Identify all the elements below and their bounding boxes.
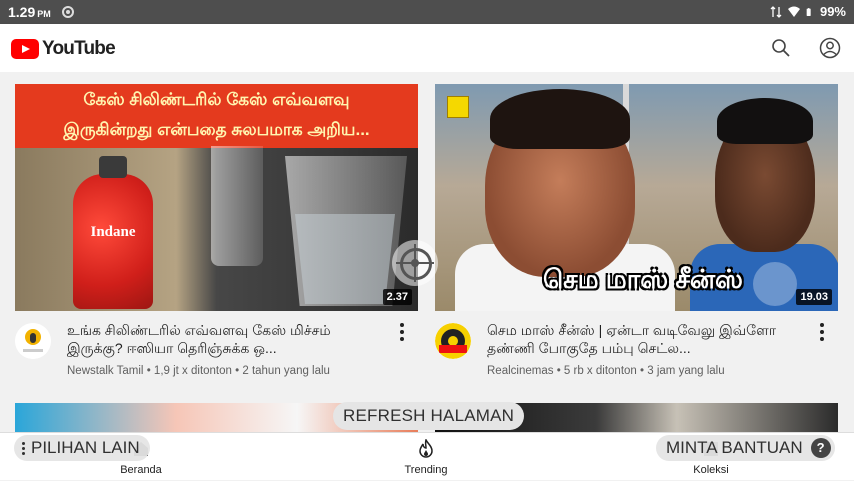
video-title[interactable]: உங்க சிலிண்டரில் எவ்வளவு கேஸ் மிச்சம் இர… (67, 321, 387, 357)
youtube-play-icon (11, 39, 39, 59)
upload-age: 3 jam yang lalu (647, 365, 725, 377)
recording-indicator-icon (62, 6, 74, 18)
youtube-logo[interactable]: YouTube (11, 38, 116, 60)
video-card[interactable]: கேஸ் சிலிண்டரில் கேஸ் எவ்வளவு இருகின்றது… (15, 84, 418, 381)
water-image (295, 214, 395, 304)
channel-name[interactable]: Newstalk Tamil (67, 365, 143, 377)
realmusic-logo-icon (435, 323, 471, 359)
help-label: MINTA BANTUAN (666, 438, 803, 457)
nav-label: Koleksi (693, 464, 729, 476)
more-options-label: PILIHAN LAIN (31, 438, 140, 457)
video-subline: Realcinemas • 5 rb x ditonton • 3 jam ya… (487, 365, 725, 377)
search-icon[interactable] (771, 38, 791, 58)
more-options-button[interactable]: PILIHAN LAIN (14, 435, 150, 461)
more-vert-icon[interactable] (400, 323, 404, 341)
upload-age: 2 tahun yang lalu (242, 365, 330, 377)
nav-label: Beranda (120, 464, 162, 476)
video-thumbnail[interactable]: செம மாஸ் சீன்ஸ் 19.03 (435, 84, 838, 311)
nav-label: Trending (404, 464, 448, 476)
help-button[interactable]: MINTA BANTUAN ? (656, 435, 835, 461)
video-meta: செம மாஸ் சீன்ஸ் | ஏன்டா வடிவேலு இவ்ளோ தண… (435, 311, 838, 381)
thumbnail-text-line: கேஸ் சிலிண்டரில் கேஸ் எவ்வளவு (83, 90, 350, 109)
more-vert-icon (22, 441, 25, 455)
view-count: 1,9 jt x ditonton (153, 365, 232, 377)
channel-watermark-icon (447, 96, 469, 118)
glass-cup-image (211, 146, 263, 266)
actor-image (490, 89, 630, 149)
help-icon: ? (810, 438, 831, 458)
logo-wordmark: YouTube (42, 38, 116, 59)
channel-avatar[interactable] (435, 323, 471, 359)
video-duration: 2.37 (382, 289, 412, 305)
cylinder-brand: Indane (90, 224, 136, 240)
channel-name[interactable]: Realcinemas (487, 365, 553, 377)
gas-cylinder-image: Indane (73, 156, 153, 309)
more-vert-icon[interactable] (820, 323, 824, 341)
nav-trending[interactable]: Trending (366, 433, 486, 481)
status-bar: 1.29 PM 99% (0, 0, 854, 24)
wifi-icon (787, 6, 800, 17)
view-count: 5 rb x ditonton (563, 365, 637, 377)
account-icon[interactable] (819, 37, 841, 59)
thumbnail-text-line: இருகின்றது என்பதை சுலபமாக அறிய... (63, 120, 370, 139)
separator: • (556, 365, 564, 377)
newstalk-logo-icon (15, 323, 51, 359)
app-bar: YouTube (0, 24, 854, 72)
video-card[interactable]: செம மாஸ் சீன்ஸ் 19.03 செம மாஸ் சீன்ஸ் | … (435, 84, 838, 381)
data-arrows-icon (770, 5, 782, 18)
actor-image (717, 98, 813, 144)
battery-icon (806, 7, 811, 16)
separator: • (146, 365, 154, 377)
chevron-scroll-icon (753, 262, 797, 306)
channel-avatar[interactable] (15, 323, 51, 359)
thumbnail-caption: செம மாஸ் சீன்ஸ் (543, 264, 743, 294)
video-thumbnail[interactable]: கேஸ் சிலிண்டரில் கேஸ் எவ்வளவு இருகின்றது… (15, 84, 418, 311)
video-duration: 19.03 (796, 289, 832, 305)
battery-percent: 99% (819, 4, 846, 19)
video-title[interactable]: செம மாஸ் சீன்ஸ் | ஏன்டா வடிவேலு இவ்ளோ தண… (487, 321, 807, 357)
cylinder-valve (99, 156, 127, 178)
video-subline: Newstalk Tamil • 1,9 jt x ditonton • 2 t… (67, 365, 330, 377)
refresh-page-button[interactable]: REFRESH HALAMAN (333, 402, 525, 430)
trending-icon (419, 439, 433, 458)
video-meta: உங்க சிலிண்டரில் எவ்வளவு கேஸ் மிச்சம் இர… (15, 311, 418, 381)
status-icons: 99% (770, 4, 846, 19)
status-time: 1.29 PM (8, 4, 51, 20)
crosshair-icon[interactable] (392, 240, 438, 286)
